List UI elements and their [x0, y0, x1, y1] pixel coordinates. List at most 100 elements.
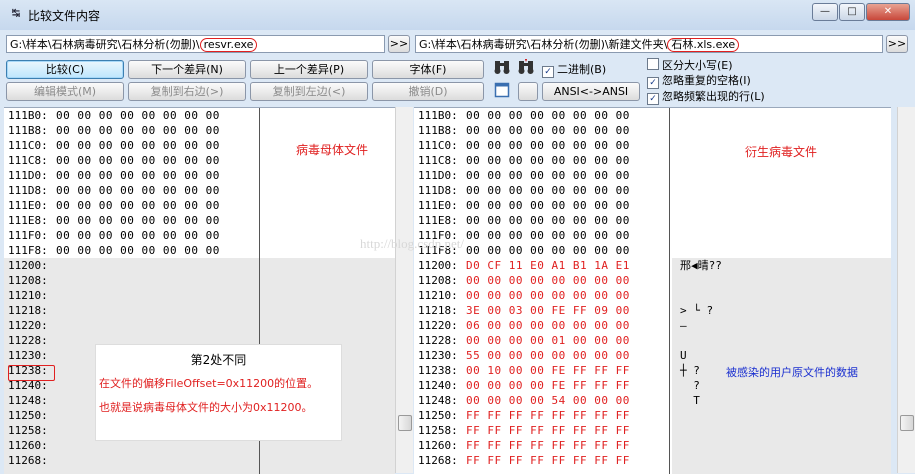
hex-address: 111B8: — [418, 124, 458, 137]
hex-bytes: 00 00 00 00 00 00 00 00 — [56, 169, 220, 182]
case-label: 区分大小写(E) — [662, 59, 733, 72]
hex-address: 11258: — [418, 424, 458, 437]
left-path-input[interactable]: G:\样本\石林病毒研究\石林分析(勿删)\ resvr.exe — [6, 35, 385, 53]
hex-bytes: 00 00 00 00 00 00 00 00 — [466, 244, 630, 257]
hex-address: 11220: — [8, 319, 48, 332]
right-path-input[interactable]: G:\样本\石林病毒研究\石林分析(勿删)\新建文件夹\ 石林.xls.exe — [415, 35, 883, 53]
right-browse-button[interactable]: >> — [886, 35, 908, 53]
hex-text: T — [680, 394, 700, 407]
hex-address: 11248: — [8, 394, 48, 407]
hex-row: 111C8: 00 00 00 00 00 00 00 00 — [8, 153, 220, 168]
left-scrollbar[interactable] — [395, 107, 413, 473]
undo-button[interactable]: 撤销(D) — [372, 82, 484, 101]
minimize-button[interactable]: — — [812, 3, 838, 21]
next-diff-button[interactable]: 下一个差异(N) — [128, 60, 246, 79]
right-pane-label: 衍生病毒文件 — [745, 145, 818, 159]
prev-diff-button[interactable]: 上一个差异(P) — [250, 60, 368, 79]
hex-bytes: 00 00 00 00 00 00 00 00 — [466, 214, 630, 227]
right-scroll-thumb[interactable] — [900, 415, 914, 431]
hex-bytes: 00 00 00 00 FE FF FF FF — [466, 379, 630, 392]
hex-bytes: 00 00 00 00 54 00 00 00 — [466, 394, 630, 407]
hex-text: 邢◀晴?? — [680, 259, 722, 272]
find-next-icon[interactable] — [516, 59, 536, 78]
ansi-button[interactable]: ANSI<->ANSI — [542, 82, 640, 101]
case-checkbox[interactable]: 区分大小写(E) — [647, 58, 733, 72]
font-button[interactable]: 字体(F) — [372, 60, 484, 79]
right-hex-separator — [669, 108, 670, 474]
hex-text: U — [680, 349, 687, 362]
hex-text: – — [680, 319, 687, 332]
hex-address: 11260: — [8, 439, 48, 452]
compare-button[interactable]: 比较(C) — [6, 60, 124, 79]
hex-row: 111E0: 00 00 00 00 00 00 00 00 — [418, 198, 630, 213]
hex-row: 11250: — [8, 408, 56, 423]
hex-address: 11220: — [418, 319, 458, 332]
hex-row: 11258: — [8, 423, 56, 438]
hex-address: 111B8: — [8, 124, 48, 137]
hex-row: 11250: FF FF FF FF FF FF FF FF — [418, 408, 630, 423]
right-hex-pane[interactable]: 111B0: 00 00 00 00 00 00 00 00 111B8: 00 00… — [414, 107, 891, 474]
left-pane-label: 病毒母体文件 — [296, 143, 369, 157]
hex-row: 11260: — [8, 438, 56, 453]
original-data-label: 被感染的用户原文件的数据 — [726, 366, 858, 379]
hex-bytes: 00 00 00 00 00 00 00 00 — [56, 154, 220, 167]
edit-mode-button[interactable]: 编辑模式(M) — [6, 82, 124, 101]
hex-bytes: 00 00 00 00 00 00 00 00 — [466, 124, 630, 137]
right-path-prefix: G:\样本\石林病毒研究\石林分析(勿删)\新建文件夹\ — [419, 38, 668, 51]
hex-row: 111E8: 00 00 00 00 00 00 00 00 — [8, 213, 220, 228]
hex-row: 111E0: 00 00 00 00 00 00 00 00 — [8, 198, 220, 213]
hex-row: 111D8: 00 00 00 00 00 00 00 00 — [8, 183, 220, 198]
annotation-line-2: 也就是说病毒母体文件的大小为0x11200。 — [99, 401, 313, 414]
hex-address: 111E8: — [418, 214, 458, 227]
right-file-highlight: 石林.xls.exe — [667, 38, 740, 52]
left-scroll-thumb[interactable] — [398, 415, 412, 431]
hex-row: 11218: 3E 00 03 00 FE FF 09 00 > └ ? — [418, 303, 713, 318]
hex-address: 11250: — [418, 409, 458, 422]
left-browse-button[interactable]: >> — [388, 35, 410, 53]
diff-address-highlight — [8, 365, 55, 381]
hex-row: 111D0: 00 00 00 00 00 00 00 00 — [8, 168, 220, 183]
hex-address: 11238: — [418, 364, 458, 377]
hex-address: 11268: — [418, 454, 458, 467]
hex-address: 111C8: — [418, 154, 458, 167]
hex-row: 111F8: 00 00 00 00 00 00 00 00 — [8, 243, 220, 258]
hex-bytes: 00 00 00 00 00 00 00 00 — [56, 229, 220, 242]
hex-address: 11208: — [8, 274, 48, 287]
window-icon[interactable] — [492, 82, 512, 101]
hex-bytes: 00 00 00 00 00 00 00 00 — [466, 199, 630, 212]
hex-bytes: 3E 00 03 00 FE FF 09 00 — [466, 304, 630, 317]
app-icon: ↹ — [11, 8, 21, 19]
right-scrollbar[interactable] — [897, 107, 915, 473]
hex-row: 111C0: 00 00 00 00 00 00 00 00 — [418, 138, 630, 153]
close-button[interactable]: ✕ — [866, 3, 910, 21]
hex-row: 11230: — [8, 348, 56, 363]
copy-left-button[interactable]: 复制到左边(<) — [250, 82, 368, 101]
hex-address: 111E8: — [8, 214, 48, 227]
maximize-button[interactable]: □ — [839, 3, 865, 21]
hex-address: 111D8: — [8, 184, 48, 197]
hex-address: 11228: — [418, 334, 458, 347]
ignore-lines-label: 忽略频繁出现的行(L) — [662, 90, 765, 103]
blank-button[interactable] — [518, 82, 538, 101]
watermark: http://blog.csdn.net/ — [360, 236, 464, 251]
hex-address: 11260: — [418, 439, 458, 452]
hex-address: 11200: — [418, 259, 458, 272]
binoculars-icon[interactable] — [492, 59, 512, 78]
hex-bytes: 00 00 00 00 00 00 00 00 — [56, 214, 220, 227]
ignore-spaces-label: 忽略重复的空格(I) — [662, 74, 751, 87]
hex-row: 111D8: 00 00 00 00 00 00 00 00 — [418, 183, 630, 198]
copy-right-button[interactable]: 复制到右边(>) — [128, 82, 246, 101]
ignore-spaces-checkbox[interactable]: ✓ 忽略重复的空格(I) — [647, 74, 751, 89]
hex-bytes: 00 00 00 00 00 00 00 00 — [56, 199, 220, 212]
hex-address: 111D8: — [418, 184, 458, 197]
hex-row: 111B0: 00 00 00 00 00 00 00 00 — [418, 108, 630, 123]
hex-row: 11238: 00 10 00 00 FE FF FF FF ┼ ? — [418, 363, 700, 378]
annotation-heading: 第2处不同 — [190, 353, 247, 367]
hex-row: 11230: 55 00 00 00 00 00 00 00 U — [418, 348, 687, 363]
binary-check-box: ✓ — [542, 66, 554, 78]
hex-text: > └ ? — [680, 304, 714, 317]
ignore-lines-checkbox[interactable]: ✓ 忽略频繁出现的行(L) — [647, 90, 765, 105]
hex-address: 11250: — [8, 409, 48, 422]
binary-checkbox[interactable]: ✓ 二进制(B) — [542, 63, 606, 78]
hex-row: 11200: — [8, 258, 56, 273]
